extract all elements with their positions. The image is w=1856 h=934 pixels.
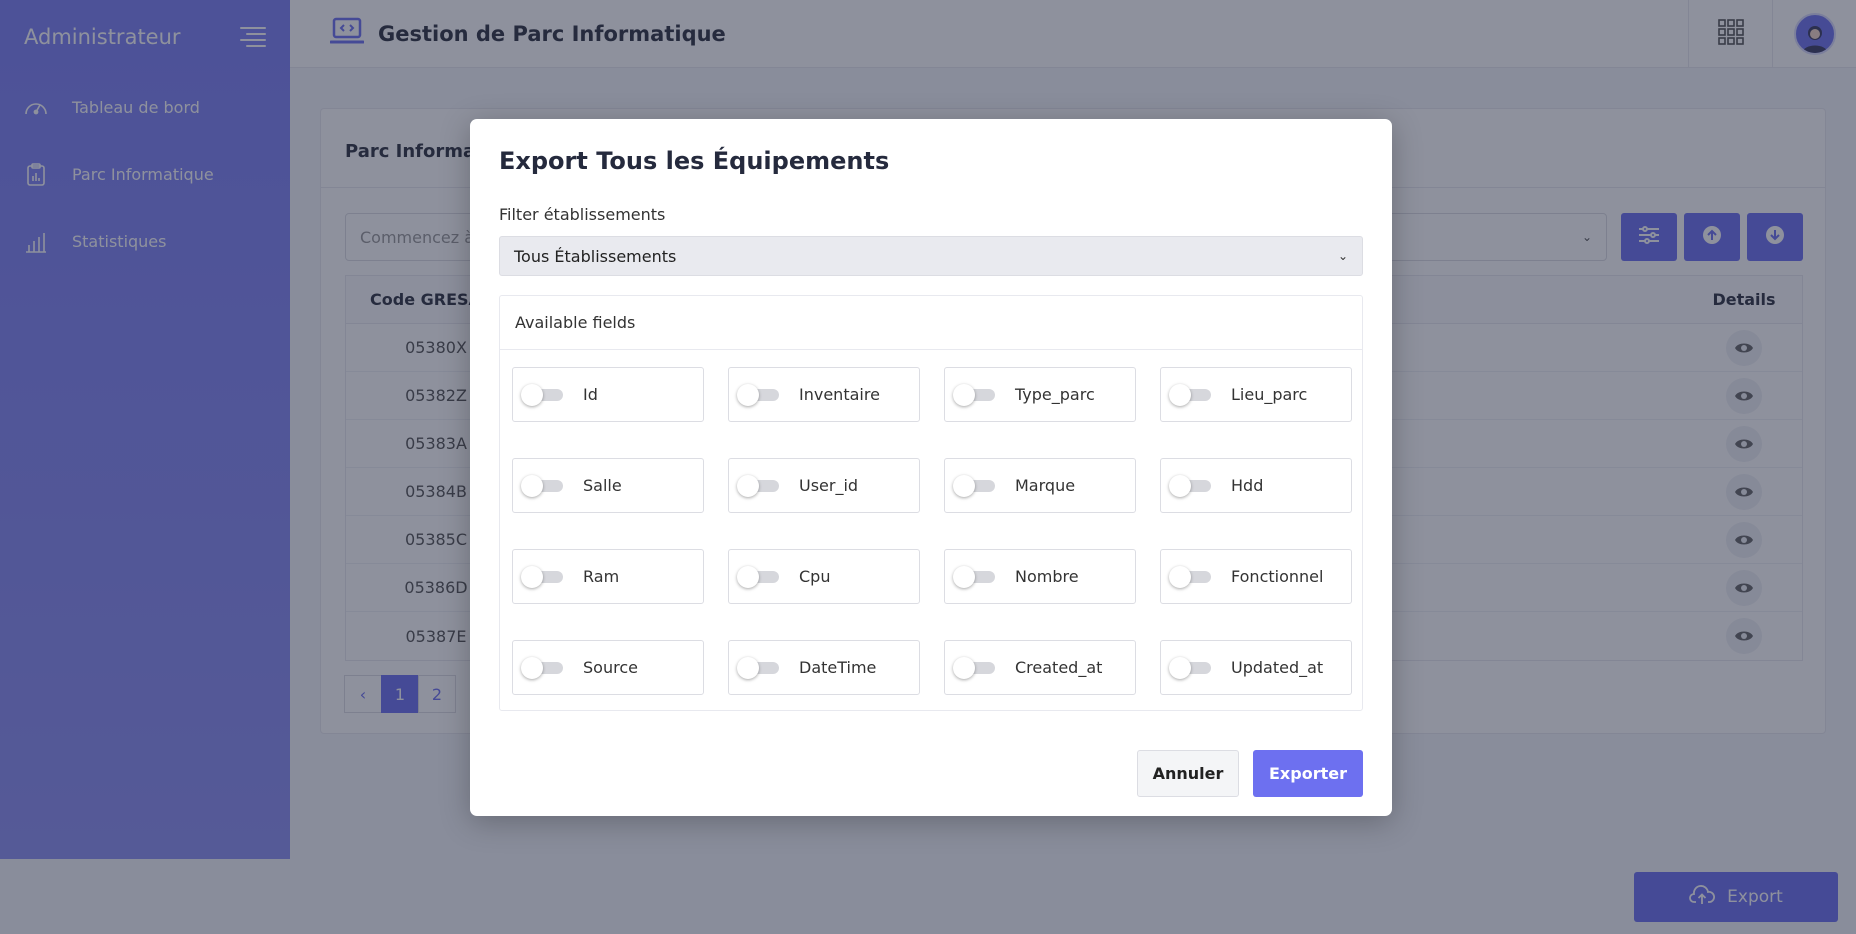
field-label: Type_parc — [1015, 385, 1095, 404]
toggle-knob — [1169, 565, 1191, 588]
field-toggle-inventaire[interactable]: Inventaire — [728, 367, 920, 422]
toggle-knob — [521, 474, 543, 497]
toggle-switch[interactable] — [737, 656, 779, 679]
toggle-switch[interactable] — [1169, 383, 1211, 406]
toggle-knob — [953, 383, 975, 406]
chevron-down-icon: ⌄ — [1337, 249, 1348, 263]
export-modal: Export Tous les Équipements Filter établ… — [470, 119, 1392, 816]
field-label: User_id — [799, 476, 859, 495]
exporter-button[interactable]: Exporter — [1253, 750, 1363, 797]
toggle-knob — [953, 565, 975, 588]
field-label: Updated_at — [1231, 658, 1324, 677]
fields-grid: Id Inventaire Type_parc Lieu_parc Salle User_… — [500, 350, 1362, 712]
field-label: Cpu — [799, 567, 831, 586]
field-toggle-created-at[interactable]: Created_at — [944, 640, 1136, 695]
toggle-switch[interactable] — [737, 565, 779, 588]
field-toggle-updated-at[interactable]: Updated_at — [1160, 640, 1352, 695]
filter-label: Filter établissements — [499, 205, 666, 224]
field-toggle-type-parc[interactable]: Type_parc — [944, 367, 1136, 422]
select-value: Tous Établissements — [514, 246, 677, 266]
field-label: Salle — [583, 476, 622, 495]
field-toggle-cpu[interactable]: Cpu — [728, 549, 920, 604]
field-label: Inventaire — [799, 385, 880, 404]
toggle-knob — [737, 383, 759, 406]
field-toggle-marque[interactable]: Marque — [944, 458, 1136, 513]
toggle-knob — [953, 474, 975, 497]
field-toggle-lieu-parc[interactable]: Lieu_parc — [1160, 367, 1352, 422]
field-label: Lieu_parc — [1231, 385, 1308, 404]
field-label: Id — [583, 385, 598, 404]
toggle-switch[interactable] — [521, 656, 563, 679]
toggle-switch[interactable] — [521, 474, 563, 497]
toggle-switch[interactable] — [1169, 656, 1211, 679]
field-label: Nombre — [1015, 567, 1079, 586]
field-toggle-datetime[interactable]: DateTime — [728, 640, 920, 695]
toggle-knob — [1169, 383, 1191, 406]
field-label: Source — [583, 658, 638, 677]
field-label: Ram — [583, 567, 620, 586]
field-toggle-ram[interactable]: Ram — [512, 549, 704, 604]
modal-actions: Annuler Exporter — [1137, 750, 1363, 797]
field-toggle-source[interactable]: Source — [512, 640, 704, 695]
field-toggle-salle[interactable]: Salle — [512, 458, 704, 513]
toggle-knob — [1169, 656, 1191, 679]
toggle-switch[interactable] — [1169, 565, 1211, 588]
toggle-knob — [521, 656, 543, 679]
field-toggle-fonctionnel[interactable]: Fonctionnel — [1160, 549, 1352, 604]
toggle-knob — [737, 474, 759, 497]
toggle-knob — [1169, 474, 1191, 497]
toggle-switch[interactable] — [953, 383, 995, 406]
cancel-button[interactable]: Annuler — [1137, 750, 1239, 797]
field-label: Marque — [1015, 476, 1076, 495]
field-toggle-id[interactable]: Id — [512, 367, 704, 422]
field-toggle-hdd[interactable]: Hdd — [1160, 458, 1352, 513]
toggle-switch[interactable] — [737, 383, 779, 406]
toggle-switch[interactable] — [953, 565, 995, 588]
toggle-knob — [737, 565, 759, 588]
modal-title: Export Tous les Équipements — [499, 147, 890, 175]
toggle-switch[interactable] — [953, 474, 995, 497]
toggle-knob — [737, 656, 759, 679]
field-toggle-nombre[interactable]: Nombre — [944, 549, 1136, 604]
etablissement-select[interactable]: Tous Établissements ⌄ — [499, 236, 1363, 276]
toggle-switch[interactable] — [737, 474, 779, 497]
toggle-switch[interactable] — [521, 565, 563, 588]
toggle-switch[interactable] — [1169, 474, 1211, 497]
toggle-knob — [953, 656, 975, 679]
toggle-knob — [521, 383, 543, 406]
toggle-knob — [521, 565, 543, 588]
field-label: Created_at — [1015, 658, 1103, 677]
toggle-switch[interactable] — [953, 656, 995, 679]
toggle-switch[interactable] — [521, 383, 563, 406]
field-label: DateTime — [799, 658, 877, 677]
available-fields-title: Available fields — [500, 296, 1362, 350]
available-fields-card: Available fields Id Inventaire Type_parc Li… — [499, 295, 1363, 711]
field-label: Fonctionnel — [1231, 567, 1324, 586]
field-toggle-user-id[interactable]: User_id — [728, 458, 920, 513]
field-label: Hdd — [1231, 476, 1264, 495]
